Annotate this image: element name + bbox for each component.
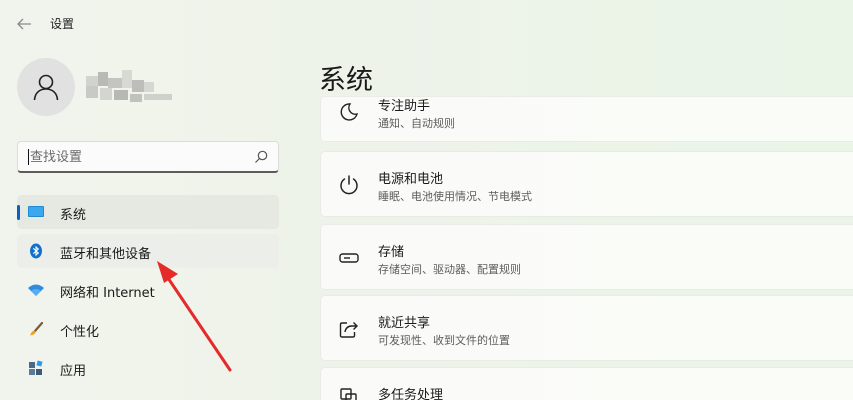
sidebar-item-label: 应用 (60, 364, 87, 379)
multitask-icon (340, 388, 357, 400)
sidebar-item-label: 系统 (60, 208, 87, 223)
monitor-icon (27, 204, 45, 220)
card-title: 专注助手 (378, 99, 431, 114)
sidebar-item-label: 个性化 (60, 325, 100, 340)
selection-indicator (17, 205, 20, 220)
page-title: 系统 (319, 65, 373, 96)
brush-icon (27, 321, 45, 337)
card-title: 多任务处理 (378, 388, 444, 400)
moon-icon (340, 103, 358, 121)
settings-card-multitasking[interactable]: 多任务处理 (320, 367, 853, 400)
title-bar: 设置 (0, 0, 853, 46)
sidebar-item-system[interactable]: 系统 (17, 195, 279, 229)
sidebar-item-network[interactable]: 网络和 Internet (17, 273, 279, 307)
person-icon (33, 74, 59, 101)
search-box[interactable] (17, 141, 279, 173)
card-title: 就近共享 (378, 316, 431, 331)
sidebar-item-bluetooth[interactable]: 蓝牙和其他设备 (17, 234, 279, 268)
sidebar-item-personalization[interactable]: 个性化 (17, 312, 279, 346)
username-pixelated (86, 70, 174, 106)
back-button[interactable] (12, 12, 36, 36)
sidebar-item-apps[interactable]: 应用 (17, 351, 279, 385)
search-icon[interactable] (253, 149, 269, 165)
settings-card-storage[interactable]: 存储 存储空间、驱动器、配置规则 (320, 224, 853, 290)
storage-icon (339, 253, 359, 263)
search-input[interactable] (30, 147, 250, 167)
share-icon (339, 322, 358, 338)
wifi-icon (27, 282, 45, 298)
back-arrow-icon (17, 18, 31, 30)
card-subtitle: 存储空间、驱动器、配置规则 (378, 263, 521, 276)
bluetooth-icon (27, 243, 45, 259)
card-subtitle: 睡眠、电池使用情况、节电模式 (378, 190, 532, 203)
app-title: 设置 (50, 17, 75, 31)
card-title: 电源和电池 (378, 172, 444, 187)
card-title: 存储 (378, 245, 405, 260)
power-icon (340, 175, 358, 195)
sidebar-item-label: 蓝牙和其他设备 (60, 247, 152, 262)
card-subtitle: 通知、自动规则 (378, 117, 455, 130)
apps-icon (27, 360, 45, 376)
text-caret (28, 149, 29, 165)
settings-card-focus-assist[interactable]: 专注助手 通知、自动规则 (320, 96, 853, 142)
avatar[interactable] (17, 58, 75, 116)
sidebar-item-label: 网络和 Internet (60, 286, 155, 301)
settings-card-power[interactable]: 电源和电池 睡眠、电池使用情况、节电模式 (320, 151, 853, 217)
card-subtitle: 可发现性、收到文件的位置 (378, 334, 510, 347)
settings-card-nearby-sharing[interactable]: 就近共享 可发现性、收到文件的位置 (320, 295, 853, 361)
